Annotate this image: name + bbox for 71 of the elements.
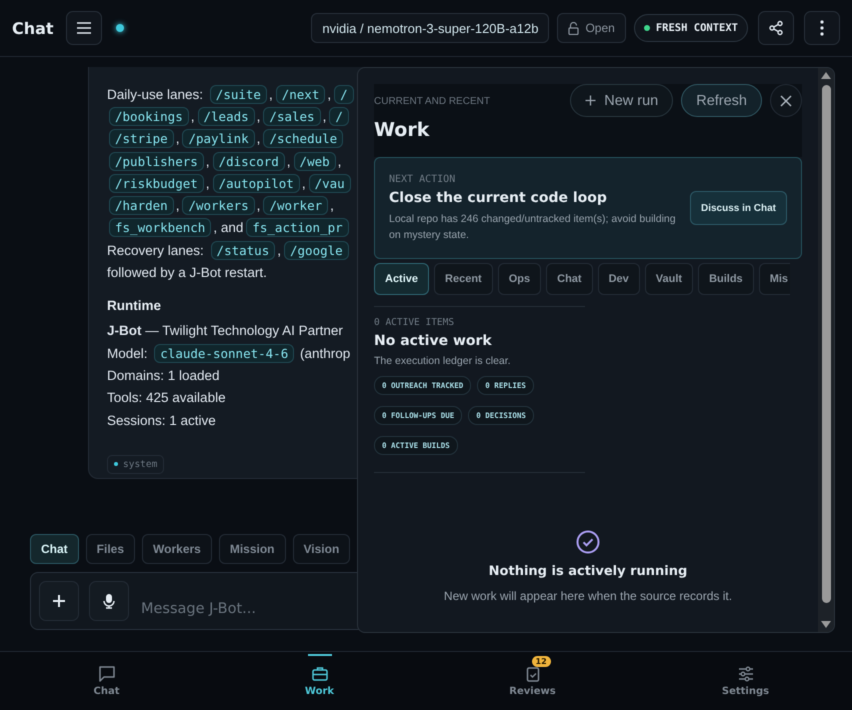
command-chip: /suite bbox=[210, 84, 267, 104]
command-chip: / bbox=[334, 84, 354, 104]
message-text: , bbox=[256, 131, 260, 146]
command-chip: /autopilot bbox=[212, 174, 300, 193]
message-text: , bbox=[256, 108, 260, 124]
message-text: J-Bot — Twilight Technology AI Partner bbox=[107, 323, 343, 338]
message-text: , bbox=[176, 198, 180, 214]
command-chip: /workers bbox=[182, 196, 255, 216]
message-text: , bbox=[338, 154, 342, 169]
empty-title: Nothing is actively running bbox=[488, 564, 688, 579]
command-chip: /sales bbox=[263, 106, 321, 126]
count-label: 0 ACTIVE ITEMS bbox=[374, 317, 456, 328]
nav-label: Chat bbox=[94, 686, 120, 697]
command-chip: /harden bbox=[109, 196, 174, 216]
message-text: Sessions: 1 active bbox=[107, 412, 216, 428]
message-text: , bbox=[302, 176, 306, 191]
message-text: Model: bbox=[107, 346, 149, 361]
section-heading: Runtime bbox=[107, 298, 162, 315]
message-text: Daily-use lanes: bbox=[107, 86, 204, 102]
command-chip: /discord bbox=[212, 152, 285, 171]
card-description: Local repo has 246 changed/untracked item(s); avoid building on mystery state. bbox=[389, 212, 677, 242]
message-text: , bbox=[206, 154, 210, 169]
nav-label: Settings bbox=[722, 686, 770, 697]
access-label: Open bbox=[585, 21, 615, 35]
command-chip: /vau bbox=[308, 174, 351, 193]
message-text: , bbox=[286, 154, 291, 169]
message-text: , bbox=[190, 108, 194, 124]
message-text: followed by a J-Bot restart. bbox=[107, 265, 267, 280]
command-chip: /worker bbox=[263, 196, 328, 216]
page-title: Chat bbox=[12, 18, 54, 38]
message-text: , bbox=[268, 86, 273, 102]
message-text: , bbox=[322, 108, 326, 124]
command-chip: /paylink bbox=[182, 129, 255, 148]
command-chip: /bookings bbox=[109, 106, 189, 126]
command-chip: /stripe bbox=[109, 129, 174, 148]
message-text: , and bbox=[213, 220, 244, 236]
command-chip: fs_action_pr bbox=[246, 218, 349, 238]
card-title: Close the current code loop bbox=[389, 190, 608, 206]
message-text: Domains: 1 loaded bbox=[107, 368, 220, 383]
message-text: , bbox=[176, 131, 180, 146]
message-text: , bbox=[330, 198, 334, 214]
empty-description: New work will appear here when the source records it. bbox=[444, 589, 732, 603]
command-chip: fs_workbench bbox=[109, 218, 212, 238]
message-text: , bbox=[256, 198, 260, 214]
command-chip: /leads bbox=[198, 106, 255, 126]
message-text: (anthrop bbox=[298, 346, 350, 361]
command-chip: claude-sonnet-4-6 bbox=[154, 344, 294, 363]
panel-eyebrow: CURRENT AND RECENT bbox=[374, 96, 490, 107]
message-text: Recovery lanes: bbox=[107, 242, 205, 258]
section-title: No active work bbox=[374, 333, 493, 349]
message-text: Tools: 425 available bbox=[107, 390, 226, 406]
card-eyebrow: NEXT ACTION bbox=[389, 174, 456, 184]
message-text: , bbox=[206, 176, 210, 191]
command-chip: /schedule bbox=[263, 129, 344, 148]
command-chip: /next bbox=[276, 84, 326, 104]
nav-label: Reviews bbox=[509, 686, 556, 697]
nav-label: Work bbox=[304, 686, 334, 697]
command-chip: /google bbox=[284, 240, 349, 260]
panel-title: Work bbox=[374, 119, 430, 141]
command-chip: /web bbox=[294, 152, 336, 171]
count-badge: 12 bbox=[532, 656, 551, 667]
command-chip: / bbox=[329, 106, 349, 126]
message-text: , bbox=[327, 86, 332, 102]
command-chip: /publishers bbox=[109, 152, 204, 171]
context-badge: FRESH CONTEXT bbox=[634, 14, 748, 42]
section-description: The execution ledger is clear. bbox=[374, 355, 512, 367]
message-text: , bbox=[277, 242, 281, 258]
new-run-label: New run bbox=[604, 92, 658, 108]
role-tag: system bbox=[107, 454, 164, 474]
command-chip: /riskbudget bbox=[109, 174, 204, 193]
command-chip: /status bbox=[210, 240, 276, 260]
